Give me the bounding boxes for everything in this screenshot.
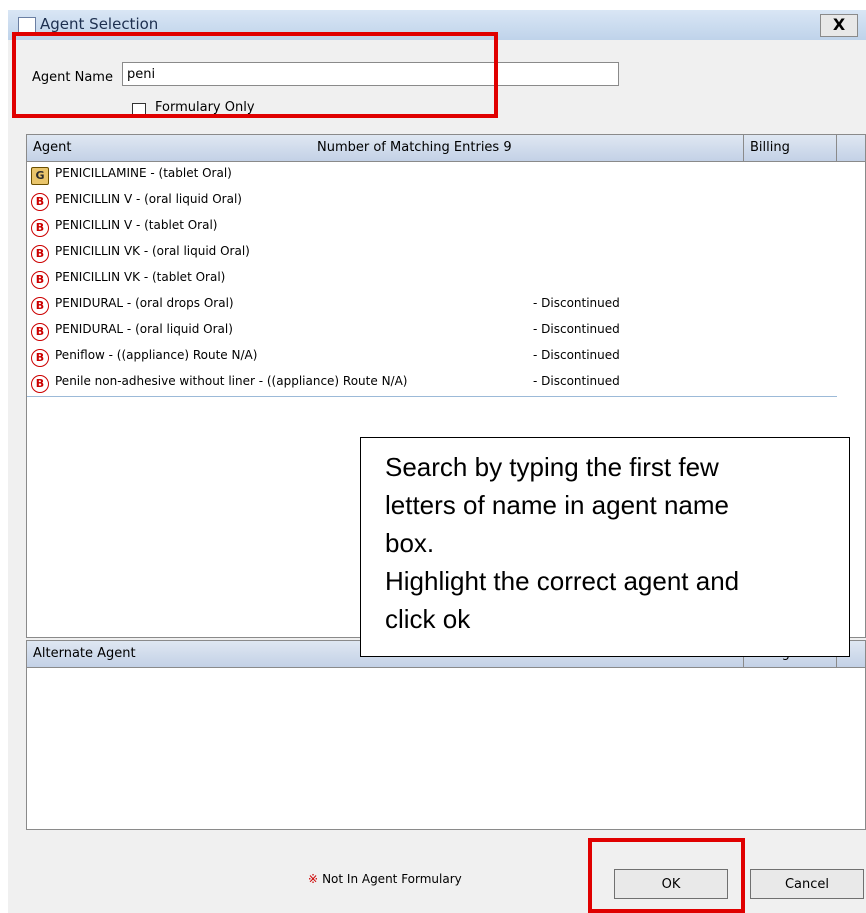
not-in-formulary-icon: ※	[308, 872, 319, 886]
agent-list-item[interactable]: B Penile non-adhesive without liner - ((a…	[27, 370, 837, 397]
brand-icon: B	[31, 323, 49, 341]
agent-list-item[interactable]: B PENICILLIN VK - (oral liquid Oral)	[27, 240, 837, 267]
instruction-line-5: click ok	[385, 604, 471, 634]
agent-name-text: PENICILLIN VK - (tablet Oral)	[55, 270, 226, 284]
column-header-alternate-agent[interactable]: Alternate Agent	[33, 646, 136, 661]
instruction-line-1: Search by typing the first few	[385, 452, 719, 482]
brand-icon: B	[31, 219, 49, 237]
agent-name-text: PENICILLIN VK - (oral liquid Oral)	[55, 244, 250, 258]
instruction-line-3: box.	[385, 528, 435, 558]
instruction-line-4: Highlight the correct agent and	[385, 566, 740, 596]
agent-list-item[interactable]: B Peniflow - ((appliance) Route N/A) - Dis…	[27, 344, 837, 371]
agent-list-header: Agent Number of Matching Entries 9 Billi…	[27, 135, 865, 162]
agent-name-highlight	[12, 32, 498, 118]
agent-name-text: Penile non-adhesive without liner - ((ap…	[55, 374, 408, 388]
agent-status-text: - Discontinued	[533, 322, 620, 336]
agent-name-text: PENICILLAMINE - (tablet Oral)	[55, 166, 232, 180]
brand-icon: B	[31, 245, 49, 263]
column-header-billing[interactable]: Billing	[743, 135, 837, 161]
matching-entries-count: Number of Matching Entries 9	[317, 140, 512, 155]
agent-list-item[interactable]: G PENICILLAMINE - (tablet Oral)	[27, 162, 837, 189]
agent-status-text: - Discontinued	[533, 348, 620, 362]
generic-icon: G	[31, 167, 49, 185]
agent-status-text: - Discontinued	[533, 374, 620, 388]
instruction-line-2: letters of name in agent name	[385, 490, 729, 520]
alternate-agent-list: Alternate Agent Billing	[26, 640, 866, 830]
column-header-agent[interactable]: Agent	[33, 140, 71, 155]
close-button[interactable]: X	[820, 14, 858, 37]
window-title: Agent Selection	[40, 15, 159, 33]
agent-name-text: PENIDURAL - (oral liquid Oral)	[55, 322, 233, 336]
instruction-callout: Search by typing the first few letters o…	[360, 437, 850, 657]
brand-icon: B	[31, 271, 49, 289]
agent-list-item[interactable]: B PENICILLIN VK - (tablet Oral)	[27, 266, 837, 293]
cancel-button[interactable]: Cancel	[750, 869, 864, 899]
brand-icon: B	[31, 297, 49, 315]
agent-list-item[interactable]: B PENIDURAL - (oral liquid Oral) - Discont…	[27, 318, 837, 345]
agent-name-text: PENIDURAL - (oral drops Oral)	[55, 296, 234, 310]
agent-list-item[interactable]: B PENIDURAL - (oral drops Oral) - Disconti…	[27, 292, 837, 319]
agent-list-item[interactable]: B PENICILLIN V - (oral liquid Oral)	[27, 188, 837, 215]
formulary-legend-text: Not In Agent Formulary	[322, 872, 462, 886]
formulary-legend: ※ Not In Agent Formulary	[308, 872, 462, 886]
agent-status-text: - Discontinued	[533, 296, 620, 310]
agent-name-text: PENICILLIN V - (tablet Oral)	[55, 218, 218, 232]
agent-name-text: PENICILLIN V - (oral liquid Oral)	[55, 192, 242, 206]
ok-button-highlight	[588, 838, 745, 913]
agent-name-text: Peniflow - ((appliance) Route N/A)	[55, 348, 258, 362]
brand-icon: B	[31, 193, 49, 211]
agent-list-item[interactable]: B PENICILLIN V - (tablet Oral)	[27, 214, 837, 241]
brand-icon: B	[31, 349, 49, 367]
brand-icon: B	[31, 375, 49, 393]
